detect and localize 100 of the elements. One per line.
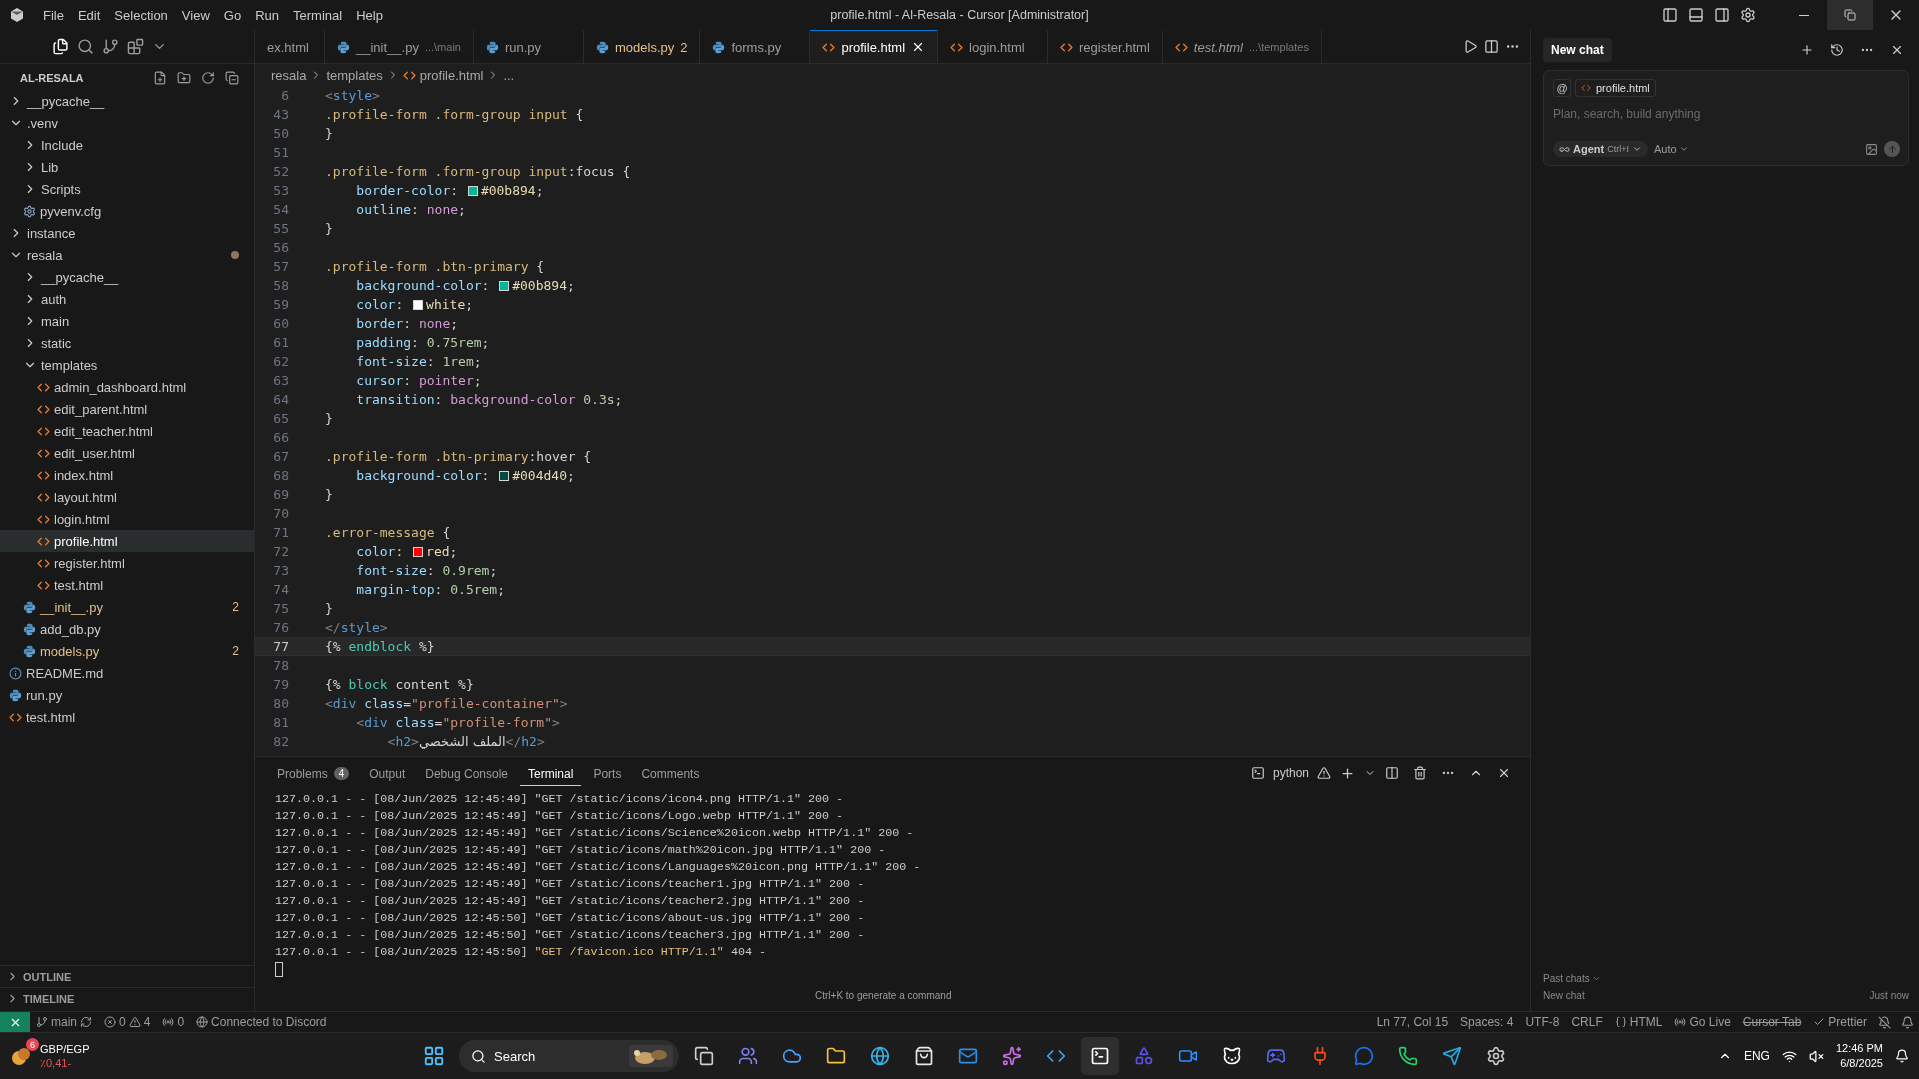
toggle-sidebar-icon[interactable] <box>1662 7 1678 23</box>
search-field[interactable]: Search <box>459 1040 679 1072</box>
file-row[interactable]: add_db.py <box>0 618 254 640</box>
file-row[interactable]: admin_dashboard.html <box>0 376 254 398</box>
restore-button[interactable] <box>1827 0 1873 30</box>
menu-item[interactable]: Selection <box>107 7 175 23</box>
split-icon[interactable] <box>1385 766 1399 780</box>
globe-icon[interactable] <box>870 1046 890 1066</box>
bell-icon[interactable] <box>1901 1015 1914 1029</box>
panel-tab[interactable]: Comments <box>633 760 708 786</box>
model-button[interactable]: Auto <box>1653 143 1689 155</box>
menu-item[interactable]: Terminal <box>286 7 350 23</box>
folder-row[interactable]: .venv <box>0 112 254 134</box>
trash-icon[interactable] <box>1413 766 1427 780</box>
breadcrumb-item[interactable]: templates <box>326 67 383 83</box>
panel-tab[interactable]: Debug Console <box>417 760 516 786</box>
chat-bubble-icon[interactable] <box>1354 1046 1374 1066</box>
folder-icon[interactable] <box>826 1046 846 1066</box>
file-row[interactable]: edit_teacher.html <box>0 420 254 442</box>
terminal-icon[interactable] <box>1250 766 1265 780</box>
collapse-icon[interactable] <box>225 71 239 85</box>
shapes-icon[interactable] <box>1134 1046 1154 1066</box>
folder-row[interactable]: instance <box>0 222 254 244</box>
folder-row[interactable]: templates <box>0 354 254 376</box>
mode-button[interactable]: Agent Ctrl+I <box>1553 141 1648 157</box>
color-swatch-icon[interactable] <box>499 470 510 481</box>
chat-title[interactable]: New chat <box>1543 990 1585 1001</box>
terminal-icon[interactable] <box>1090 1046 1110 1066</box>
history-icon[interactable] <box>1830 43 1844 57</box>
status-item[interactable]: Go Live <box>1668 1015 1737 1029</box>
split-editor-icon[interactable] <box>1484 39 1499 54</box>
ticker-title[interactable]: GBP/EGP <box>40 1042 90 1056</box>
muted-speaker-icon[interactable] <box>1808 1048 1824 1064</box>
new-folder-icon[interactable] <box>177 71 191 85</box>
menu-item[interactable]: Help <box>349 7 390 23</box>
file-row[interactable]: test.html <box>0 706 254 728</box>
people-icon[interactable] <box>738 1046 758 1066</box>
folder-row[interactable]: __pycache__ <box>0 266 254 288</box>
color-swatch-icon[interactable] <box>467 185 478 196</box>
file-row[interactable]: __init__.py 2 <box>0 596 254 618</box>
file-row[interactable]: README.md <box>0 662 254 684</box>
toggle-panel-icon[interactable] <box>1688 7 1704 23</box>
past-chats-toggle[interactable]: Past chats <box>1543 973 1909 984</box>
panel-tab[interactable]: Terminal <box>520 760 582 786</box>
close-icon[interactable] <box>1497 766 1511 780</box>
discord-status[interactable]: Connected to Discord <box>190 1015 333 1029</box>
clock-time[interactable]: 12:46 PM <box>1835 1041 1883 1056</box>
breadcrumb-item[interactable]: resala <box>271 67 307 83</box>
file-row[interactable]: index.html <box>0 464 254 486</box>
folder-row[interactable]: __pycache__ <box>0 90 254 112</box>
color-swatch-icon[interactable] <box>413 299 424 310</box>
run-icon[interactable] <box>1463 39 1478 54</box>
context-chip[interactable]: profile.html <box>1575 79 1656 97</box>
file-row[interactable]: register.html <box>0 552 254 574</box>
color-swatch-icon[interactable] <box>413 546 424 557</box>
status-item[interactable]: Cursor Tab <box>1736 1015 1808 1029</box>
status-item[interactable]: HTML <box>1608 1015 1669 1029</box>
breadcrumb-item[interactable]: profile.html <box>419 67 484 83</box>
sparkles-icon[interactable] <box>1002 1046 1022 1066</box>
send-icon[interactable] <box>1442 1046 1462 1066</box>
language-indicator[interactable]: ENG <box>1743 1049 1770 1063</box>
status-item[interactable]: Spaces: 4 <box>1454 1015 1520 1029</box>
file-row[interactable]: models.py 2 <box>0 640 254 662</box>
add-icon[interactable] <box>1340 765 1355 781</box>
section-header[interactable]: TIMELINE <box>0 987 254 1009</box>
folder-row[interactable]: Include <box>0 134 254 156</box>
close-icon[interactable] <box>1890 43 1904 57</box>
file-row[interactable]: edit_user.html <box>0 442 254 464</box>
bag-icon[interactable] <box>914 1046 934 1066</box>
ports-status[interactable]: 0 <box>156 1015 191 1029</box>
folder-row[interactable]: main <box>0 310 254 332</box>
folder-row[interactable]: Scripts <box>0 178 254 200</box>
file-row[interactable]: pyvenv.cfg <box>0 200 254 222</box>
section-header[interactable]: OUTLINE <box>0 965 254 987</box>
explorer-icon[interactable] <box>52 38 69 55</box>
menu-item[interactable]: View <box>174 7 217 23</box>
folder-row[interactable]: static <box>0 332 254 354</box>
panel-tab[interactable]: Problems 4 <box>269 760 358 786</box>
color-swatch-icon[interactable] <box>499 280 510 291</box>
bell-off-icon[interactable] <box>1878 1015 1891 1029</box>
editor-tab[interactable]: profile.html <box>810 30 939 63</box>
mention-button[interactable]: @ <box>1553 79 1571 97</box>
blocks-icon[interactable] <box>127 38 144 55</box>
folder-row[interactable]: resala <box>0 244 254 266</box>
mail-icon[interactable] <box>958 1046 978 1066</box>
chat-input-field[interactable]: Plan, search, build anything <box>1553 107 1900 121</box>
gear-icon[interactable] <box>1486 1046 1506 1066</box>
cat-icon[interactable] <box>1222 1046 1242 1066</box>
file-row[interactable]: layout.html <box>0 486 254 508</box>
refresh-icon[interactable] <box>201 71 215 85</box>
file-row[interactable]: test.html <box>0 574 254 596</box>
branch-icon[interactable] <box>102 38 119 55</box>
branch-status[interactable]: main <box>30 1015 98 1029</box>
status-item[interactable]: CRLF <box>1565 1015 1609 1029</box>
new-file-icon[interactable] <box>153 71 167 85</box>
breadcrumb-item[interactable]: ... <box>503 67 515 83</box>
search-icon[interactable] <box>77 38 94 55</box>
chat-tab[interactable]: New chat <box>1543 38 1612 62</box>
gamepad-icon[interactable] <box>1266 1046 1286 1066</box>
file-row[interactable]: profile.html <box>0 530 254 552</box>
